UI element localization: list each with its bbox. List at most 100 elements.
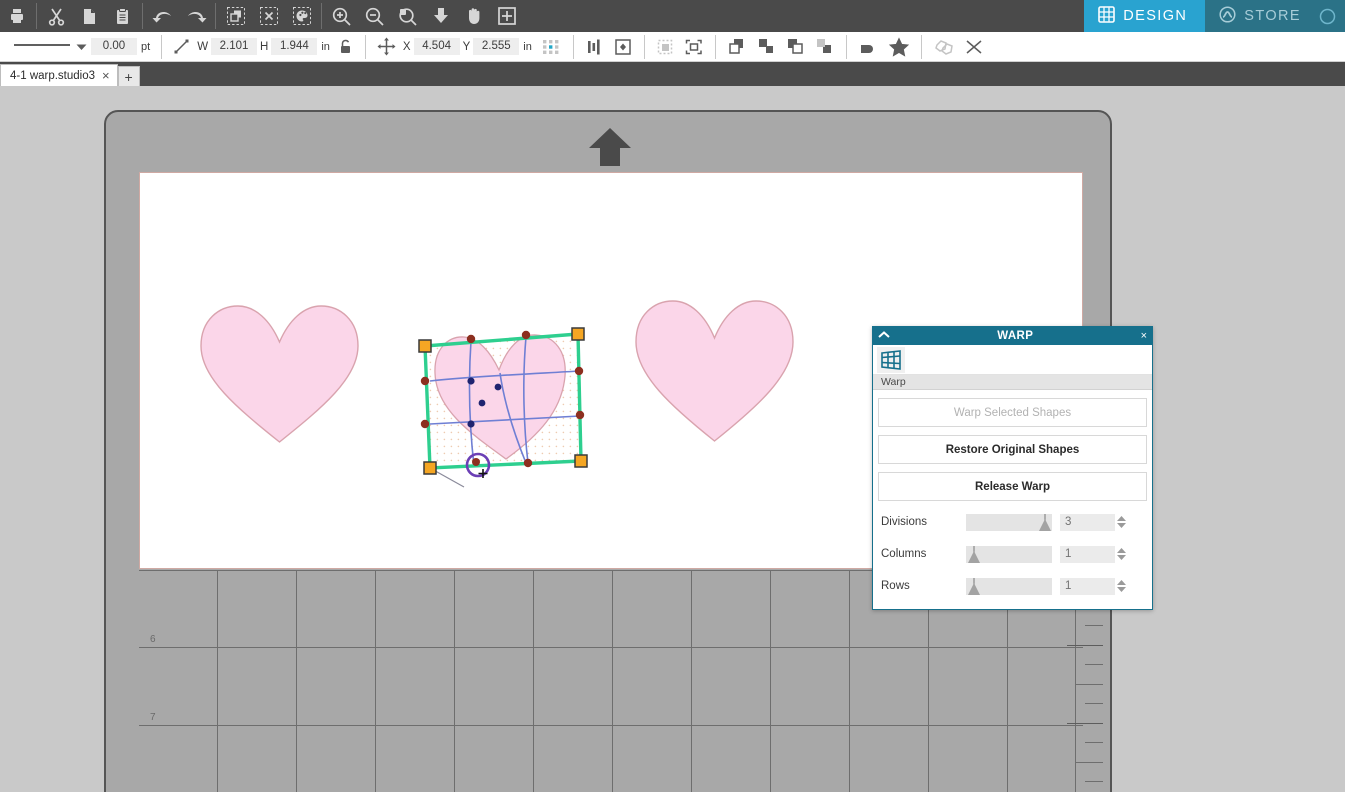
select-by-color-icon[interactable] bbox=[285, 1, 318, 31]
mode-tabs: DESIGN STORE bbox=[1084, 0, 1345, 32]
grid-row-label: 7 bbox=[150, 712, 156, 723]
weld-icon[interactable] bbox=[854, 33, 884, 61]
ungroup-icon[interactable] bbox=[680, 33, 708, 61]
line-tool-icon[interactable] bbox=[169, 33, 194, 61]
arrange-front-icon[interactable] bbox=[723, 33, 752, 61]
toolbar-separator bbox=[161, 34, 163, 59]
tab-store-label: STORE bbox=[1244, 8, 1301, 24]
close-path-icon[interactable] bbox=[959, 33, 989, 61]
arrange-forward-icon[interactable] bbox=[752, 33, 781, 61]
rows-value[interactable]: 1 bbox=[1060, 577, 1115, 595]
tab-overflow[interactable] bbox=[1319, 0, 1345, 32]
line-width-field[interactable]: 0.00 bbox=[91, 38, 137, 55]
document-tab[interactable]: 4-1 warp.studio3 × bbox=[0, 64, 118, 86]
width-field[interactable]: 2.101 bbox=[211, 38, 258, 55]
rows-spinner[interactable]: 1 bbox=[1060, 577, 1128, 595]
slider-thumb[interactable] bbox=[967, 545, 981, 568]
move-icon[interactable] bbox=[373, 33, 400, 61]
height-field[interactable]: 1.944 bbox=[271, 38, 318, 55]
columns-spinner[interactable]: 1 bbox=[1060, 545, 1128, 563]
heart-warped[interactable] bbox=[408, 291, 603, 491]
divisions-label: Divisions bbox=[881, 516, 928, 528]
restore-original-shapes-button[interactable]: Restore Original Shapes bbox=[878, 435, 1147, 464]
history-tools-group bbox=[146, 0, 219, 32]
modify-star-icon[interactable] bbox=[884, 33, 914, 61]
tab-design[interactable]: DESIGN bbox=[1084, 0, 1206, 32]
toolbar-separator bbox=[364, 34, 366, 59]
selection-tools-group bbox=[219, 0, 325, 32]
zoom-selection-icon[interactable] bbox=[391, 1, 424, 31]
warp-panel-titlebar[interactable]: WARP × bbox=[873, 327, 1152, 345]
warp-panel-subtitle: Warp bbox=[873, 375, 1152, 390]
warp-mesh-icon[interactable] bbox=[877, 346, 905, 373]
divisions-slider[interactable] bbox=[966, 513, 1052, 531]
close-icon[interactable]: × bbox=[1141, 330, 1147, 342]
offset-icon[interactable] bbox=[929, 33, 959, 61]
zoom-tools-group bbox=[325, 0, 523, 32]
store-cloud-icon bbox=[1219, 5, 1236, 27]
copy-icon[interactable] bbox=[73, 1, 106, 31]
slider-thumb[interactable] bbox=[1038, 513, 1052, 536]
heart-left[interactable] bbox=[197, 300, 362, 445]
zoom-in-icon[interactable] bbox=[325, 1, 358, 31]
warp-panel[interactable]: WARP × Warp Warp Selected Shapes Restore… bbox=[872, 326, 1153, 610]
pan-icon[interactable] bbox=[457, 1, 490, 31]
slider-thumb[interactable] bbox=[967, 577, 981, 600]
spinner-arrows[interactable] bbox=[1115, 546, 1128, 563]
undo-icon[interactable] bbox=[146, 1, 179, 31]
spinner-arrows[interactable] bbox=[1115, 514, 1128, 531]
new-tab-button[interactable]: + bbox=[117, 66, 140, 86]
toolbar-separator bbox=[714, 34, 716, 59]
document-tab-bar: 4-1 warp.studio3 × + bbox=[0, 62, 1345, 86]
align-icon[interactable] bbox=[581, 33, 609, 61]
anchor-grid-icon[interactable] bbox=[536, 33, 566, 61]
group-icon[interactable] bbox=[652, 33, 680, 61]
columns-value[interactable]: 1 bbox=[1060, 545, 1115, 563]
toolbar-separator bbox=[36, 3, 37, 29]
rows-slider[interactable] bbox=[966, 577, 1052, 595]
deselect-all-icon[interactable] bbox=[252, 1, 285, 31]
columns-slider[interactable] bbox=[966, 545, 1052, 563]
center-icon[interactable] bbox=[609, 33, 637, 61]
document-tab-label: 4-1 warp.studio3 bbox=[10, 69, 96, 82]
heart-right[interactable] bbox=[632, 295, 797, 445]
warp-panel-title: WARP bbox=[997, 330, 1034, 342]
release-warp-button[interactable]: Release Warp bbox=[878, 472, 1147, 501]
select-all-icon[interactable] bbox=[219, 1, 252, 31]
tab-store[interactable]: STORE bbox=[1205, 0, 1319, 32]
size-unit: in bbox=[321, 40, 330, 53]
property-toolbar: 0.00 pt W 2.101 H 1.944 in X 4.504 Y 2.5… bbox=[0, 32, 1345, 62]
toolbar-separator bbox=[321, 3, 322, 29]
toolbar-separator bbox=[920, 34, 922, 59]
divisions-spinner[interactable]: 3 bbox=[1060, 513, 1128, 531]
divisions-row: Divisions 3 bbox=[878, 509, 1147, 535]
x-field[interactable]: 4.504 bbox=[413, 38, 460, 55]
warp-tool-row bbox=[873, 345, 1152, 375]
divisions-value[interactable]: 3 bbox=[1060, 513, 1115, 531]
canvas-workspace[interactable]: 6 7 8 WARP × bbox=[0, 86, 1345, 792]
file-tools-group bbox=[0, 0, 146, 32]
arrange-backward-icon[interactable] bbox=[781, 33, 810, 61]
lock-aspect-icon[interactable] bbox=[334, 33, 358, 61]
y-field[interactable]: 2.555 bbox=[473, 38, 520, 55]
cut-icon[interactable] bbox=[40, 1, 73, 31]
fit-to-window-icon[interactable] bbox=[490, 1, 523, 31]
spinner-arrows[interactable] bbox=[1115, 578, 1128, 595]
redo-icon[interactable] bbox=[179, 1, 212, 31]
chevron-up-icon[interactable] bbox=[878, 330, 890, 343]
tab-design-label: DESIGN bbox=[1123, 8, 1188, 24]
toolbar-separator bbox=[845, 34, 847, 59]
rows-row: Rows 1 bbox=[878, 573, 1147, 599]
paste-icon[interactable] bbox=[106, 1, 139, 31]
line-style-dropdown-icon[interactable] bbox=[72, 33, 91, 61]
close-icon[interactable]: × bbox=[102, 69, 110, 82]
rows-label: Rows bbox=[881, 580, 910, 592]
arrange-back-icon[interactable] bbox=[810, 33, 839, 61]
columns-label: Columns bbox=[881, 548, 927, 560]
fit-to-page-icon[interactable] bbox=[424, 1, 457, 31]
columns-row: Columns 1 bbox=[878, 541, 1147, 567]
print-icon[interactable] bbox=[0, 1, 33, 31]
zoom-out-icon[interactable] bbox=[358, 1, 391, 31]
width-label: W bbox=[197, 40, 209, 53]
warp-selected-shapes-button[interactable]: Warp Selected Shapes bbox=[878, 398, 1147, 427]
